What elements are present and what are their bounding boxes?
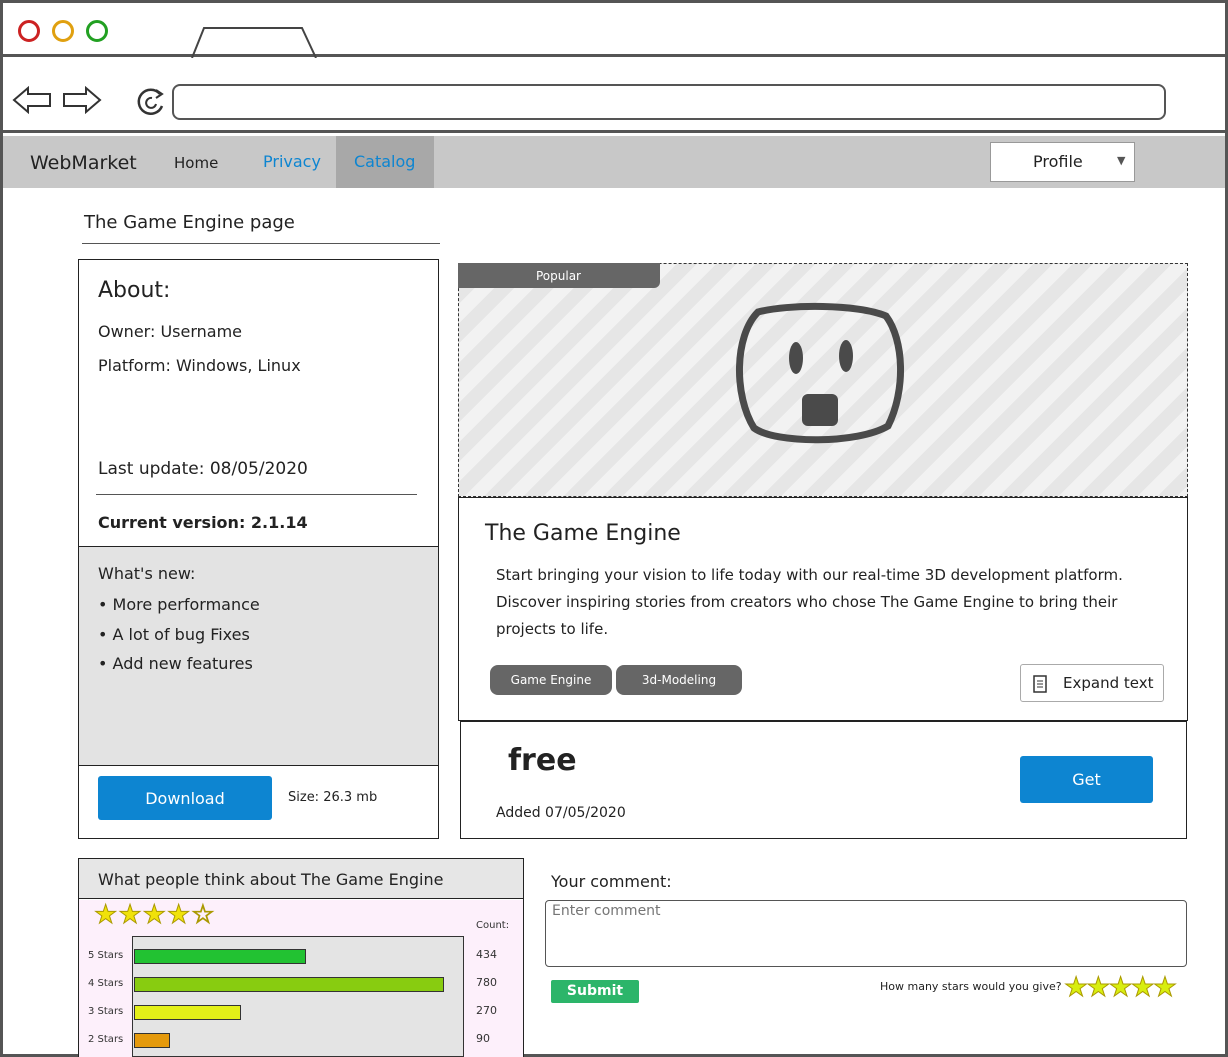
rating-row-count: 434 xyxy=(476,948,497,961)
about-divider xyxy=(96,494,417,495)
star-select-icon[interactable]: ★ xyxy=(1063,972,1088,1004)
platform-text: Platform: Windows, Linux xyxy=(98,356,301,375)
average-rating-stars: ★★★★☆ xyxy=(93,900,216,931)
star-filled-icon: ★ xyxy=(166,900,192,931)
close-window-icon[interactable] xyxy=(18,20,40,42)
star-select-icon[interactable]: ★ xyxy=(1130,972,1155,1004)
browser-tab[interactable] xyxy=(190,26,320,58)
expand-text-label: Expand text xyxy=(1063,674,1154,692)
added-date-text: Added 07/05/2020 xyxy=(496,805,626,821)
forward-arrow-icon[interactable] xyxy=(62,86,102,114)
star-rating-prompt: How many stars would you give? xyxy=(880,980,1062,993)
product-title: The Game Engine xyxy=(485,521,681,546)
back-arrow-icon[interactable] xyxy=(12,86,52,114)
brand-logo[interactable]: WebMarket xyxy=(30,152,137,174)
description-line: Discover inspiring stories from creators… xyxy=(496,593,1118,611)
nav-home-link[interactable]: Home xyxy=(174,154,218,172)
star-empty-icon: ☆ xyxy=(191,900,216,931)
download-button[interactable]: Download xyxy=(98,776,272,820)
popular-badge: Popular xyxy=(458,263,660,288)
whats-new-item: • More performance xyxy=(98,595,260,614)
rating-row-count: 780 xyxy=(476,976,497,989)
nav-catalog-link[interactable]: Catalog xyxy=(354,152,415,171)
document-icon xyxy=(1033,675,1047,693)
expand-text-button[interactable]: Expand text xyxy=(1020,664,1164,702)
comment-input[interactable] xyxy=(545,900,1187,967)
star-filled-icon: ★ xyxy=(142,900,167,931)
image-placeholder-icon xyxy=(736,302,905,444)
title-bar xyxy=(3,3,1225,57)
rating-row-label: 3 Stars xyxy=(88,1006,124,1017)
whats-new-title: What's new: xyxy=(98,564,196,583)
whats-new-item: • Add new features xyxy=(98,654,253,673)
rating-bar xyxy=(134,1005,241,1020)
product-description: Start bringing your vision to life today… xyxy=(496,562,1168,640)
get-button[interactable]: Get xyxy=(1020,756,1153,803)
comment-title: Your comment: xyxy=(551,872,672,891)
heading-divider xyxy=(82,243,440,244)
rating-bar xyxy=(134,977,444,992)
profile-label: Profile xyxy=(1033,152,1083,171)
submit-button[interactable]: Submit xyxy=(551,980,639,1003)
size-text: Size: 26.3 mb xyxy=(288,790,378,805)
profile-dropdown[interactable]: Profile ▼ xyxy=(990,142,1135,182)
tag-game-engine[interactable]: Game Engine xyxy=(490,665,612,695)
rating-row-label: 4 Stars xyxy=(88,978,124,989)
owner-text: Owner: Username xyxy=(98,322,242,341)
last-update-text: Last update: 08/05/2020 xyxy=(98,459,308,479)
star-filled-icon: ★ xyxy=(93,900,119,931)
chevron-down-icon: ▼ xyxy=(1117,154,1126,167)
whats-new-item: • A lot of bug Fixes xyxy=(98,625,250,644)
count-header: Count: xyxy=(476,920,510,931)
about-title: About: xyxy=(98,278,171,303)
rating-row-count: 270 xyxy=(476,1004,497,1017)
rating-row-count: 90 xyxy=(476,1032,490,1045)
price-text: free xyxy=(508,743,577,778)
description-line: projects to life. xyxy=(496,620,609,638)
reviews-title: What people think about The Game Engine xyxy=(98,870,444,889)
nav-privacy-link[interactable]: Privacy xyxy=(263,152,321,171)
tag-3d-modeling[interactable]: 3d-Modeling xyxy=(616,665,742,695)
rating-bar xyxy=(134,949,306,964)
rating-row-label: 5 Stars xyxy=(88,950,124,961)
reload-icon[interactable] xyxy=(132,84,168,120)
page-title: The Game Engine page xyxy=(84,212,295,233)
star-select-icon[interactable]: ★ xyxy=(1086,972,1111,1004)
maximize-window-icon[interactable] xyxy=(86,20,108,42)
star-filled-icon: ★ xyxy=(118,900,143,931)
star-select-icon[interactable]: ★ xyxy=(1152,972,1177,1004)
description-line: Start bringing your vision to life today… xyxy=(496,566,1123,584)
url-input[interactable] xyxy=(172,84,1166,120)
current-version-text: Current version: 2.1.14 xyxy=(98,513,308,532)
star-rating-input[interactable]: ★★★★★ xyxy=(1063,972,1177,1004)
star-select-icon[interactable]: ★ xyxy=(1108,972,1133,1004)
rating-bar xyxy=(134,1033,170,1048)
minimize-window-icon[interactable] xyxy=(52,20,74,42)
rating-row-label: 2 Stars xyxy=(88,1034,124,1045)
